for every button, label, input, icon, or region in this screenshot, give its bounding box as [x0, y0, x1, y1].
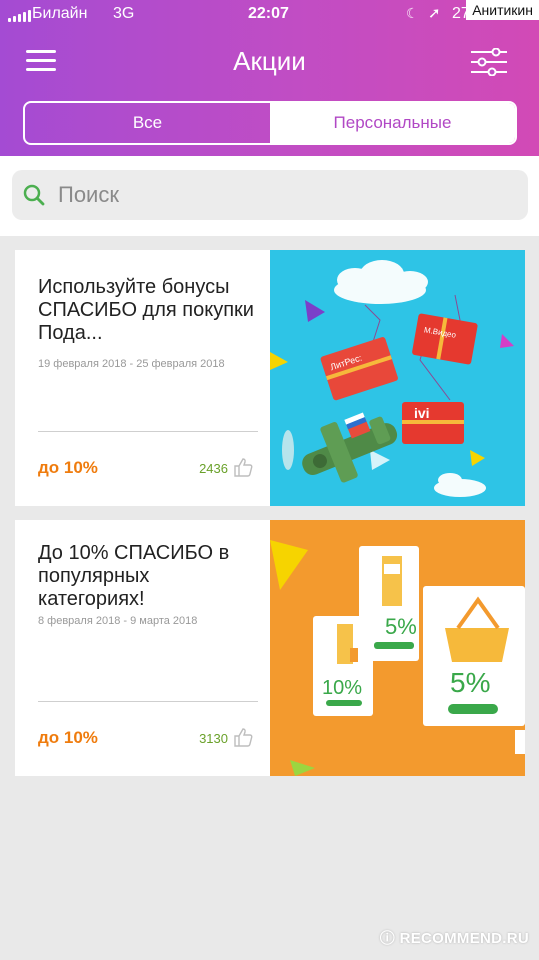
sliders-filter-icon[interactable] — [470, 47, 508, 77]
divider — [38, 701, 258, 702]
thumbs-up-icon — [232, 726, 254, 751]
tab-all[interactable]: Все — [25, 103, 270, 143]
recommend-watermark-text: RECOMMEND.RU — [399, 930, 529, 947]
offer-card-text: Используйте бонусы СПАСИБО для покупки П… — [15, 250, 270, 506]
signal-strength-icon — [8, 10, 31, 22]
likes-count: 3130 — [199, 731, 228, 746]
offer-illustration: ЛитРес: М.Видео ivi — [270, 250, 525, 506]
search-icon — [22, 183, 46, 207]
offer-title: Используйте бонусы СПАСИБО для покупки П… — [38, 276, 254, 344]
recommend-watermark: ⓘ RECOMMEND.RU — [380, 927, 529, 948]
offer-title: До 10% СПАСИБО в популярных категориях! — [38, 542, 230, 610]
offer-discount: до 10% — [38, 458, 98, 477]
likes-counter[interactable]: 2436 — [199, 456, 254, 481]
carrier-name: Билайн — [32, 5, 88, 22]
offer-card-text: До 10% СПАСИБО в популярных категориях! … — [15, 520, 270, 776]
likes-count: 2436 — [199, 461, 228, 476]
search-bar[interactable] — [12, 170, 528, 220]
app-header: Билайн 3G 22:07 ☾ ➚ 27% Анитикин Акции В… — [0, 0, 539, 156]
offer-illustration: 10% 5% 5% — [270, 520, 525, 776]
offers-tab-switcher: Все Персональные — [23, 101, 517, 145]
page-title: Акции — [233, 46, 306, 76]
do-not-disturb-icon: ☾ — [406, 5, 419, 21]
offer-card[interactable]: До 10% СПАСИБО в популярных категориях! … — [15, 520, 525, 776]
category-percent: 5% — [385, 614, 417, 639]
network-type: 3G — [113, 5, 135, 22]
recommend-logo-icon: ⓘ — [379, 930, 396, 947]
category-percent: 10% — [322, 677, 362, 699]
status-time: 22:07 — [248, 5, 289, 22]
username-watermark: Анитикин — [466, 0, 539, 20]
likes-counter[interactable]: 3130 — [199, 726, 254, 751]
divider — [38, 431, 258, 432]
offer-dates: 19 февраля 2018 - 25 февраля 2018 — [38, 358, 225, 370]
offer-dates: 8 февраля 2018 - 9 марта 2018 — [38, 615, 198, 627]
status-bar: Билайн 3G 22:07 ☾ ➚ 27% Анитикин — [0, 0, 539, 30]
offer-card[interactable]: Используйте бонусы СПАСИБО для покупки П… — [15, 250, 525, 506]
search-section — [0, 156, 539, 236]
ivi-tag: ivi — [414, 405, 430, 421]
offer-discount: до 10% — [38, 728, 98, 747]
location-arrow-icon: ➚ — [428, 5, 441, 22]
thumbs-up-icon — [232, 456, 254, 481]
category-percent: 5% — [450, 667, 490, 698]
tab-personal[interactable]: Персональные — [270, 103, 515, 143]
search-input[interactable] — [56, 181, 500, 209]
